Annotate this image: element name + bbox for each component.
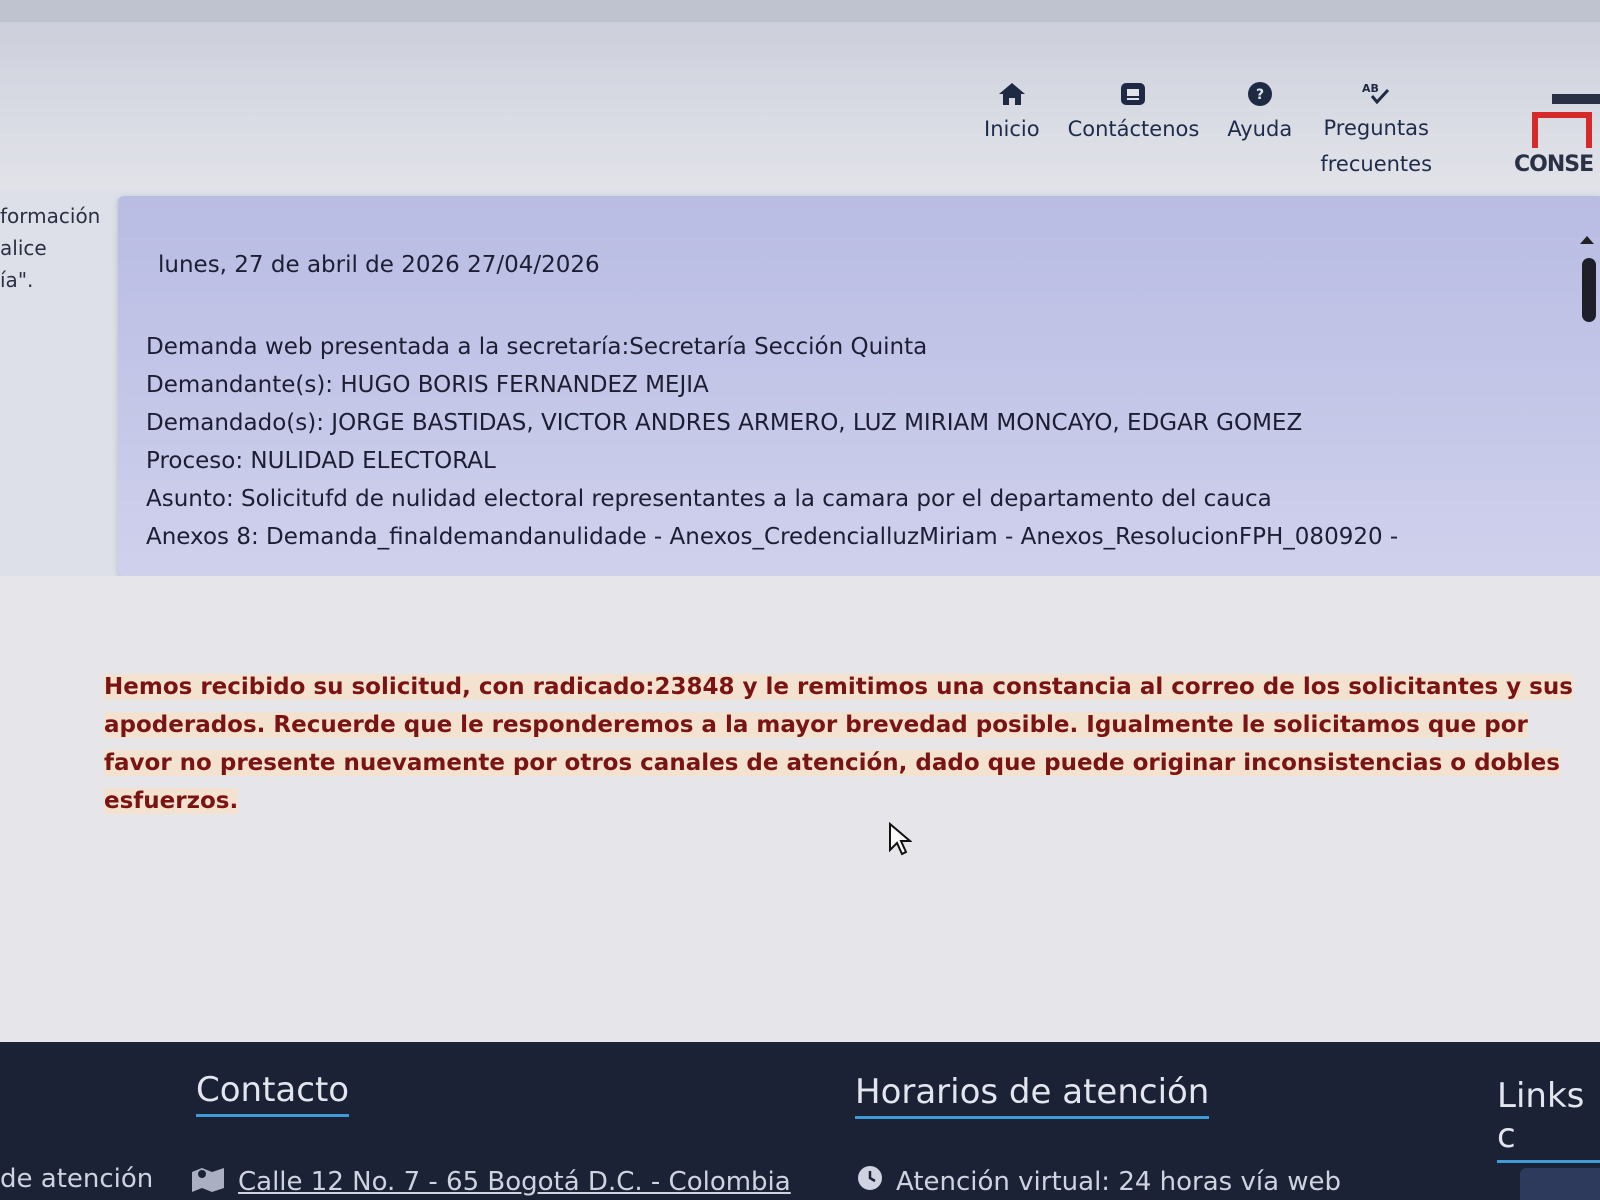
main-nav: Inicio Contáctenos ? Ayuda AB Preguntas … (970, 78, 1446, 182)
confirmation-message: Hemos recibido su solicitud, con radicad… (104, 668, 1600, 820)
nav-item-label: Contáctenos (1067, 117, 1200, 141)
confirmation-message-text: Hemos recibido su solicitud, con radicad… (104, 674, 1573, 814)
submission-date: lunes, 27 de abril de 2026 27/04/2026 (158, 252, 600, 278)
left-fragment-line: formación (0, 204, 101, 228)
nav-item-preguntas-frecuentes[interactable]: AB Preguntas frecuentes (1306, 78, 1446, 182)
scroll-up-arrow-icon[interactable] (1580, 236, 1594, 244)
logo-frame (1532, 112, 1592, 148)
address-link[interactable]: Calle 12 No. 7 - 65 Bogotá D.C. - Colomb… (238, 1167, 791, 1197)
nav-item-contactenos[interactable]: Contáctenos (1054, 78, 1214, 182)
svg-text:AB: AB (1362, 82, 1379, 95)
detail-demandado: Demandado(s): JORGE BASTIDAS, VICTOR AND… (146, 410, 1303, 436)
faq-icon: AB (1360, 78, 1392, 110)
logo-bar (1552, 94, 1600, 104)
home-icon (997, 78, 1027, 110)
footer-contact-title: Contacto (196, 1070, 350, 1117)
page-footer: Contacto Horarios de atención Links c de… (0, 1042, 1600, 1200)
footer-virtual-hours: Atención virtual: 24 horas vía web (856, 1164, 1341, 1199)
left-fragment-line: alice (0, 236, 47, 260)
nav-item-inicio[interactable]: Inicio (970, 78, 1054, 182)
confirmation-area: Hemos recibido su solicitud, con radicad… (0, 576, 1600, 1042)
detail-anexos: Anexos 8: Demanda_finaldemandanulidade -… (146, 524, 1399, 550)
virtual-hours-text: Atención virtual: 24 horas vía web (896, 1166, 1342, 1197)
clock-icon (856, 1164, 884, 1199)
submission-details: Demanda web presentada a la secretaría:S… (146, 328, 1398, 556)
nav-item-label: Inicio (984, 117, 1040, 141)
detail-secretaria: Demanda web presentada a la secretaría:S… (146, 334, 928, 360)
map-pin-icon (190, 1164, 226, 1199)
nav-item-ayuda[interactable]: ? Ayuda (1213, 78, 1306, 182)
footer-links-title: Links c (1497, 1076, 1600, 1163)
top-header: Inicio Contáctenos ? Ayuda AB Preguntas … (0, 0, 1600, 190)
nav-item-label: Preguntas frecuentes (1320, 116, 1433, 176)
scroll-thumb[interactable] (1582, 258, 1596, 322)
footer-hours-title: Horarios de atención (855, 1072, 1210, 1119)
panel-scrollbar[interactable] (1574, 236, 1600, 576)
detail-proceso: Proceso: NULIDAD ELECTORAL (146, 448, 496, 474)
contact-card-icon (1119, 78, 1147, 110)
nav-item-label: Ayuda (1227, 117, 1293, 141)
mouse-pointer-icon (888, 821, 913, 860)
footer-partial-button[interactable] (1520, 1168, 1600, 1200)
svg-text:?: ? (1256, 87, 1264, 103)
detail-demandante: Demandante(s): HUGO BORIS FERNANDEZ MEJI… (146, 372, 709, 398)
logo-text: CONSE (1514, 152, 1594, 177)
help-icon: ? (1246, 78, 1274, 110)
footer-left-fragment: de atención (0, 1164, 153, 1194)
footer-left-text: de atención (0, 1164, 154, 1194)
left-sidebar-fragment: formación alice ía". (0, 200, 120, 296)
institution-logo[interactable]: CONSE (1512, 88, 1600, 188)
header-shade (0, 0, 1600, 22)
footer-address: Calle 12 No. 7 - 65 Bogotá D.C. - Colomb… (190, 1164, 791, 1199)
detail-asunto: Asunto: Solicitufd de nulidad electoral … (146, 486, 1272, 512)
submission-summary-panel: lunes, 27 de abril de 2026 27/04/2026 De… (118, 196, 1600, 576)
left-fragment-line: ía". (0, 268, 34, 292)
